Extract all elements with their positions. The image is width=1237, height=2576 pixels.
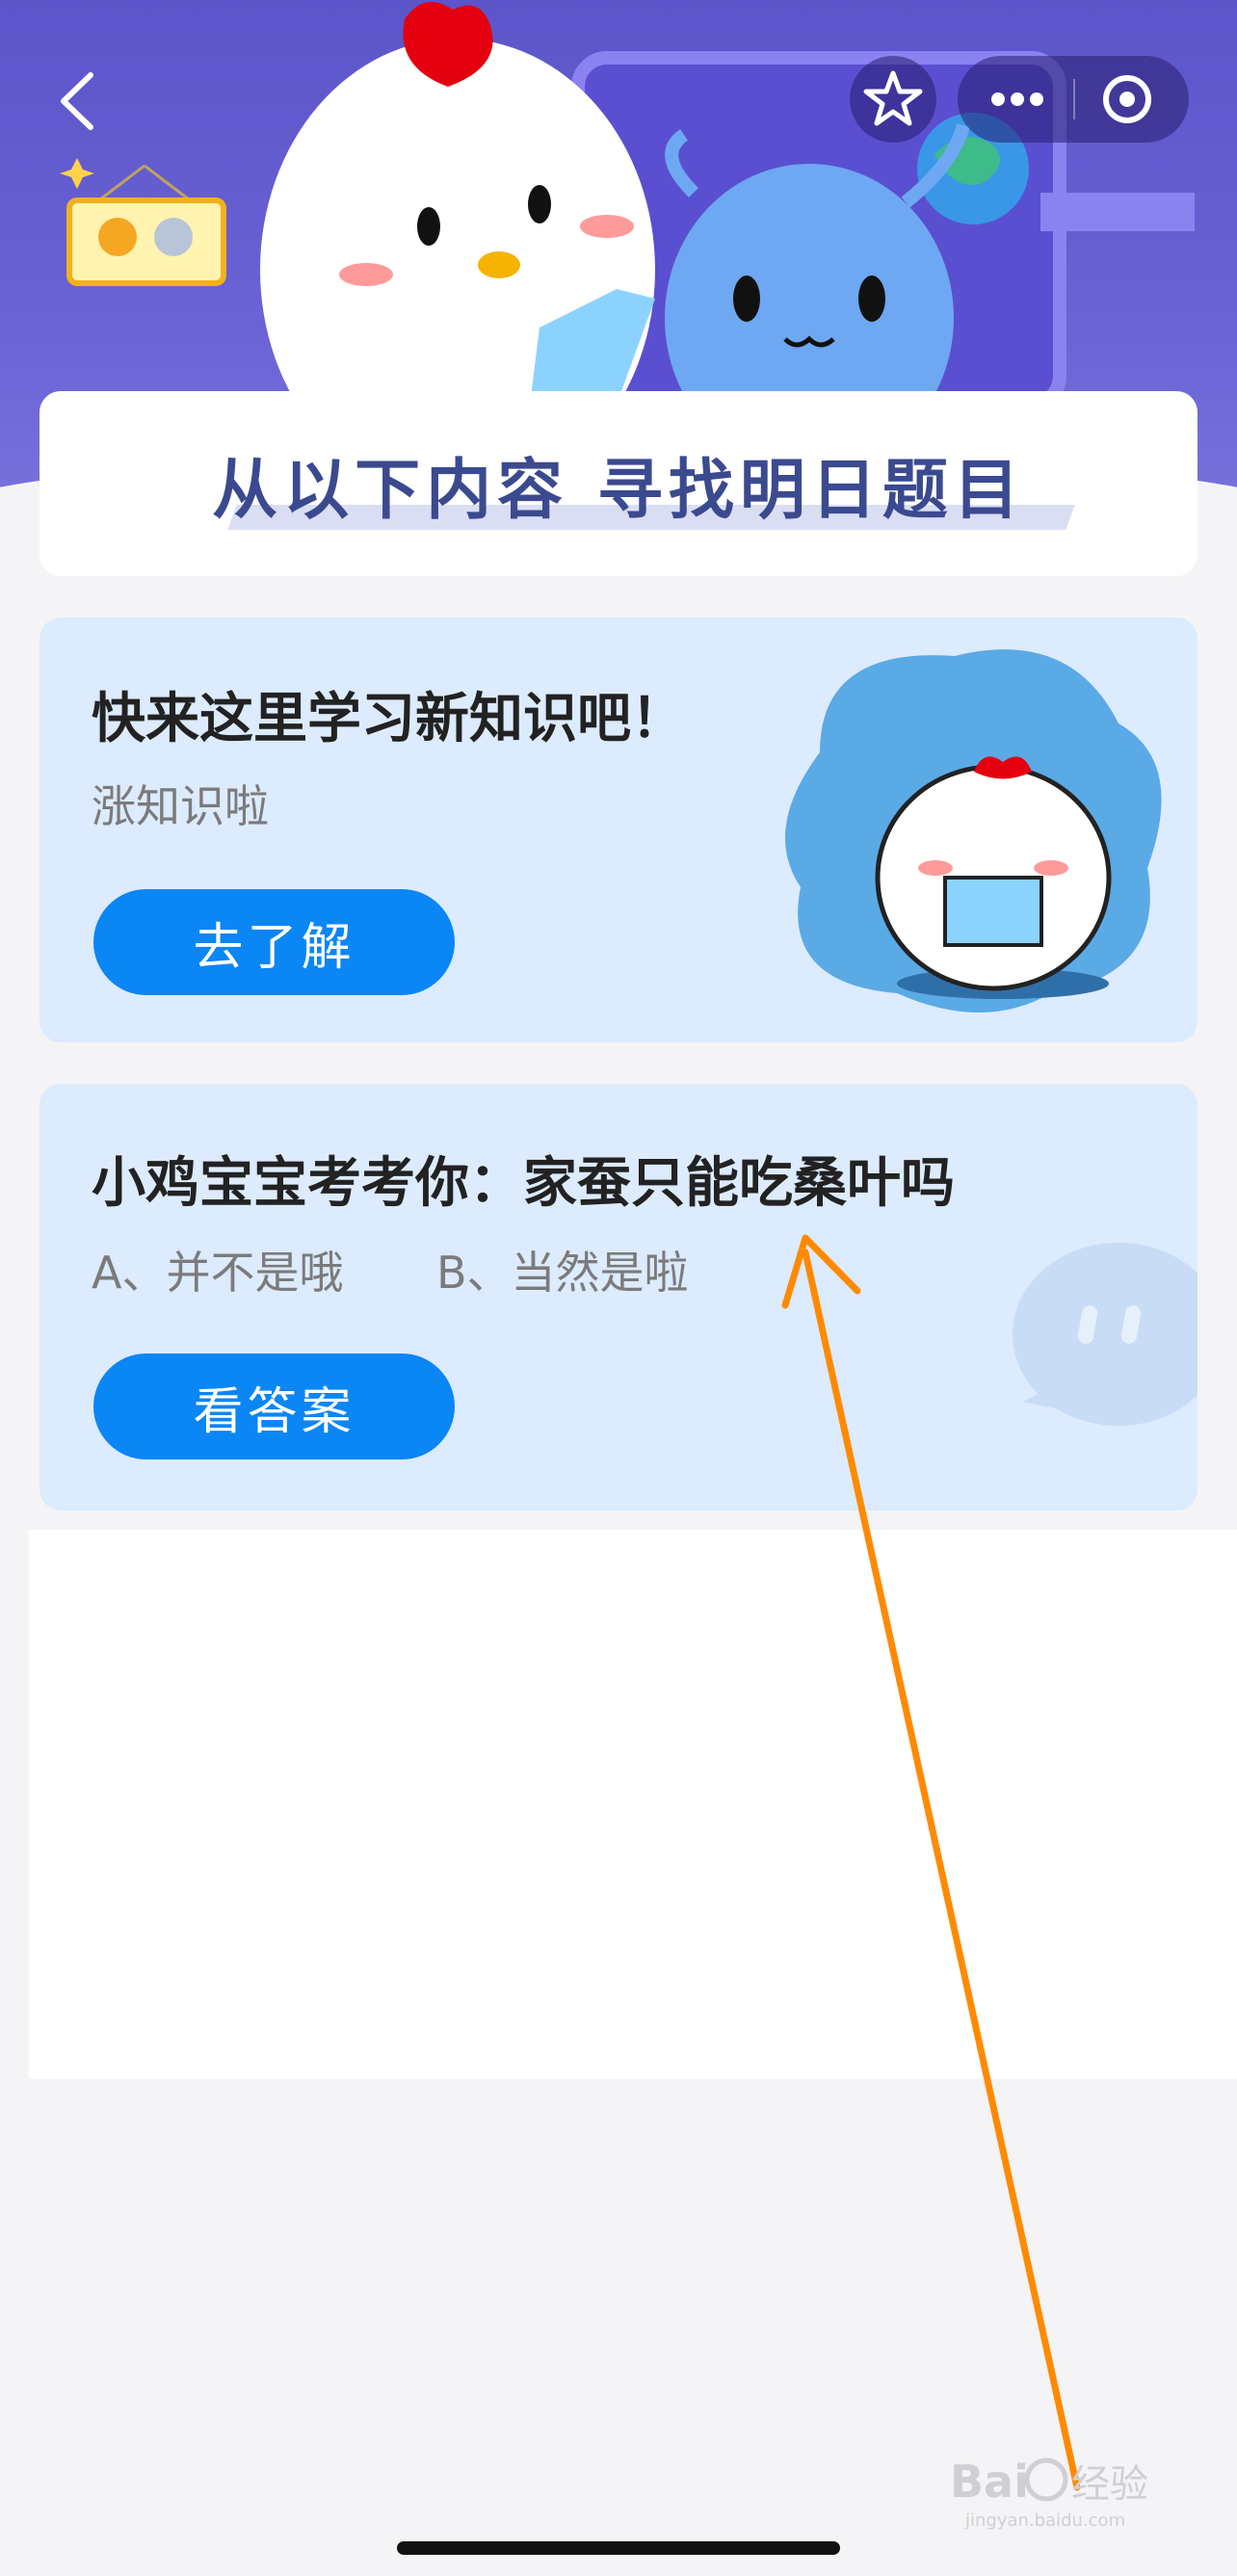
back-button[interactable] bbox=[54, 67, 102, 135]
target-icon bbox=[1103, 75, 1151, 123]
chat-bubble-icon bbox=[1013, 1243, 1198, 1426]
banner-title: 从以下内容 寻找明日题目 bbox=[212, 452, 1025, 529]
more-button[interactable] bbox=[958, 56, 1073, 143]
favorite-button[interactable] bbox=[850, 56, 936, 143]
home-indicator[interactable] bbox=[397, 2541, 840, 2555]
chevron-left-icon bbox=[61, 72, 93, 130]
star-icon bbox=[863, 70, 923, 126]
close-miniapp-button[interactable] bbox=[1075, 56, 1189, 143]
reading-chicken-illustration bbox=[785, 649, 1162, 1012]
view-answer-button[interactable]: 看答案 bbox=[93, 1354, 455, 1459]
baidu-watermark: Bai 经验 jingyan.baidu.com bbox=[944, 2447, 1175, 2534]
svg-text:jingyan.baidu.com: jingyan.baidu.com bbox=[964, 2510, 1125, 2531]
more-dots-icon bbox=[991, 92, 1043, 106]
learn-more-button[interactable]: 去了解 bbox=[93, 889, 455, 995]
svg-text:经验: 经验 bbox=[1071, 2462, 1148, 2507]
quiz-card: 小鸡宝宝考考你：家蚕只能吃桑叶吗 A、并不是哦 B、当然是啦 看答案 bbox=[39, 1084, 1198, 1511]
learn-card-title: 快来这里学习新知识吧！ bbox=[92, 688, 685, 750]
baidu-logo-icon: Bai 经验 jingyan.baidu.com bbox=[950, 2456, 1148, 2531]
learn-card-subtitle: 涨知识啦 bbox=[92, 780, 269, 832]
quiz-question: 小鸡宝宝考考你：家蚕只能吃桑叶吗 bbox=[92, 1152, 955, 1215]
miniapp-capsule bbox=[958, 56, 1189, 143]
quiz-option-a: A、并不是哦 bbox=[92, 1247, 344, 1299]
empty-content-area bbox=[29, 1530, 1237, 2079]
quiz-option-b: B、当然是啦 bbox=[436, 1247, 689, 1299]
svg-text:Bai: Bai bbox=[950, 2456, 1029, 2508]
medal-board-icon bbox=[58, 154, 231, 289]
hint-banner: 从以下内容 寻找明日题目 bbox=[39, 391, 1198, 576]
learn-card: 快来这里学习新知识吧！ 涨知识啦 去了解 bbox=[39, 618, 1198, 1042]
